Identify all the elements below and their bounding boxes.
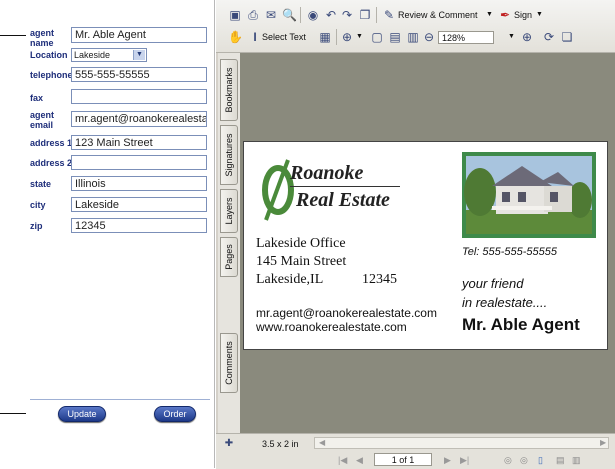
hand-tool-icon[interactable]: ✋ <box>228 30 243 44</box>
sign-dropdown-icon[interactable]: ▼ <box>536 9 543 21</box>
agent-email-label: agent email <box>30 110 55 130</box>
telephone-label: telephone <box>30 70 73 80</box>
fax-label: fax <box>30 93 44 103</box>
zoom-level-dropdown-icon[interactable]: ▼ <box>508 31 515 43</box>
address-2-label: address 2 <box>30 158 73 168</box>
tab-signatures[interactable]: Signatures <box>220 125 238 185</box>
text-cursor-icon[interactable]: I <box>248 30 262 44</box>
undo-icon[interactable]: ↶ <box>324 8 338 22</box>
redo-icon[interactable]: ↷ <box>340 8 354 22</box>
order-button[interactable]: Order <box>154 406 196 422</box>
zoom-in-icon[interactable]: ⊕ <box>340 30 354 44</box>
search-icon[interactable]: 🔍 <box>282 8 297 22</box>
tagline-line1: your friend <box>462 276 524 291</box>
viewer-toolbar: ▣ ⎙ ✉ 🔍 ◉ ↶ ↷ ❐ ✎ Review & Comment ▼ ✒ S… <box>216 0 615 53</box>
single-page-icon[interactable]: ▯ <box>538 454 543 466</box>
zoom-plus-icon[interactable]: ⊕ <box>520 30 534 44</box>
scroll-right-icon[interactable]: ▶ <box>600 437 606 449</box>
location-select[interactable]: Lakeside ▼ <box>71 48 147 62</box>
tab-comments[interactable]: Comments <box>220 333 238 393</box>
page-size-text: 3.5 x 2 in <box>262 439 299 449</box>
web-icon[interactable]: ◉ <box>306 8 320 22</box>
page-tool-icon[interactable]: ❏ <box>560 30 574 44</box>
address-2-input[interactable] <box>71 155 207 170</box>
page-indicator[interactable]: 1 of 1 <box>374 453 432 466</box>
company-name-line2: Real Estate <box>296 189 390 211</box>
tab-layers[interactable]: Layers <box>220 189 238 233</box>
update-button[interactable]: Update <box>58 406 106 422</box>
agent-name-label: agent name <box>30 28 55 48</box>
logo-rule <box>290 186 400 187</box>
pen-icon[interactable]: ✒ <box>498 8 512 22</box>
tagline-line2: in realestate.... <box>462 295 548 310</box>
comment-icon[interactable]: ✎ <box>382 8 396 22</box>
card-agent-name: Mr. Able Agent <box>462 315 580 334</box>
state-input[interactable]: Illinois <box>71 176 207 191</box>
navigation-panel: Bookmarks Signatures Layers Pages Commen… <box>218 53 241 433</box>
last-page-icon[interactable]: ▶| <box>460 454 469 466</box>
fit-width-icon[interactable]: ▥ <box>406 30 420 44</box>
fit-page-icon[interactable]: ▤ <box>388 30 402 44</box>
company-name-line1: Roanoke <box>290 162 364 184</box>
agent-name-input[interactable]: Mr. Able Agent <box>71 27 207 43</box>
business-card-page: Roanoke Real Estate Lakeside Office 145 … <box>243 141 608 350</box>
review-dropdown-icon[interactable]: ▼ <box>486 9 493 21</box>
back-view-icon[interactable]: ◎ <box>504 454 512 466</box>
zoom-out-icon[interactable]: ⊖ <box>422 30 436 44</box>
select-text-tool[interactable]: Select Text <box>262 31 306 43</box>
fax-input[interactable] <box>71 89 207 104</box>
order-form-panel: agent name Mr. Able Agent Location Lakesi… <box>26 0 215 468</box>
actual-size-icon[interactable]: ▢ <box>370 30 384 44</box>
zoom-tool-dropdown-icon[interactable]: ▼ <box>356 31 363 43</box>
website-text: www.roanokerealestate.com <box>256 320 407 334</box>
address-1-label: address 1 <box>30 138 73 148</box>
zip-input[interactable]: 12345 <box>71 218 207 233</box>
office-zip: 12345 <box>362 272 397 287</box>
chevron-down-icon[interactable]: ▼ <box>133 50 145 60</box>
agent-email-input[interactable]: mr.agent@roanokerealesta <box>71 111 207 127</box>
scroll-left-icon[interactable]: ◀ <box>319 437 325 449</box>
city-label: city <box>30 200 46 210</box>
address-1-input[interactable]: 123 Main Street <box>71 135 207 150</box>
forward-view-icon[interactable]: ◎ <box>520 454 528 466</box>
sign-menu[interactable]: Sign <box>514 9 532 21</box>
house-photo <box>462 152 596 238</box>
card-telephone: Tel: 555-555-55555 <box>462 246 558 258</box>
horizontal-scrollbar[interactable] <box>314 437 609 449</box>
tab-bookmarks[interactable]: Bookmarks <box>220 59 238 121</box>
rotate-icon[interactable]: ⟳ <box>542 30 556 44</box>
zoom-level-field[interactable]: 128% <box>438 31 494 44</box>
email-icon[interactable]: ✉ <box>264 8 278 22</box>
location-label: Location <box>30 50 68 60</box>
facing-page-icon[interactable]: ▥ <box>572 454 581 466</box>
continuous-page-icon[interactable]: ▤ <box>556 454 565 466</box>
office-street: 145 Main Street <box>256 254 347 269</box>
zip-label: zip <box>30 221 43 231</box>
status-bar: ✚ 3.5 x 2 in ◀ ▶ |◀ ◀ 1 of 1 ▶ ▶| ◎ ◎ ▯ … <box>216 433 615 469</box>
office-city-state: Lakeside,IL <box>256 272 324 287</box>
city-input[interactable]: Lakeside <box>71 197 207 212</box>
snapshot-icon[interactable]: ▦ <box>318 30 332 44</box>
plus-icon[interactable]: ✚ <box>222 437 236 451</box>
agent-email-text: mr.agent@roanokerealestate.com <box>256 306 437 320</box>
office-name: Lakeside Office <box>256 236 346 251</box>
first-page-icon[interactable]: |◀ <box>338 454 347 466</box>
divider <box>30 399 210 400</box>
review-comment-menu[interactable]: Review & Comment <box>398 9 478 21</box>
telephone-input[interactable]: 555-555-55555 <box>71 67 207 82</box>
tab-pages[interactable]: Pages <box>220 237 238 277</box>
next-page-icon[interactable]: ▶ <box>444 454 451 466</box>
save-icon[interactable]: ▣ <box>228 8 242 22</box>
print-icon[interactable]: ⎙ <box>246 8 260 22</box>
previous-page-icon[interactable]: ◀ <box>356 454 363 466</box>
copy-icon[interactable]: ❐ <box>358 8 372 22</box>
state-label: state <box>30 179 52 189</box>
